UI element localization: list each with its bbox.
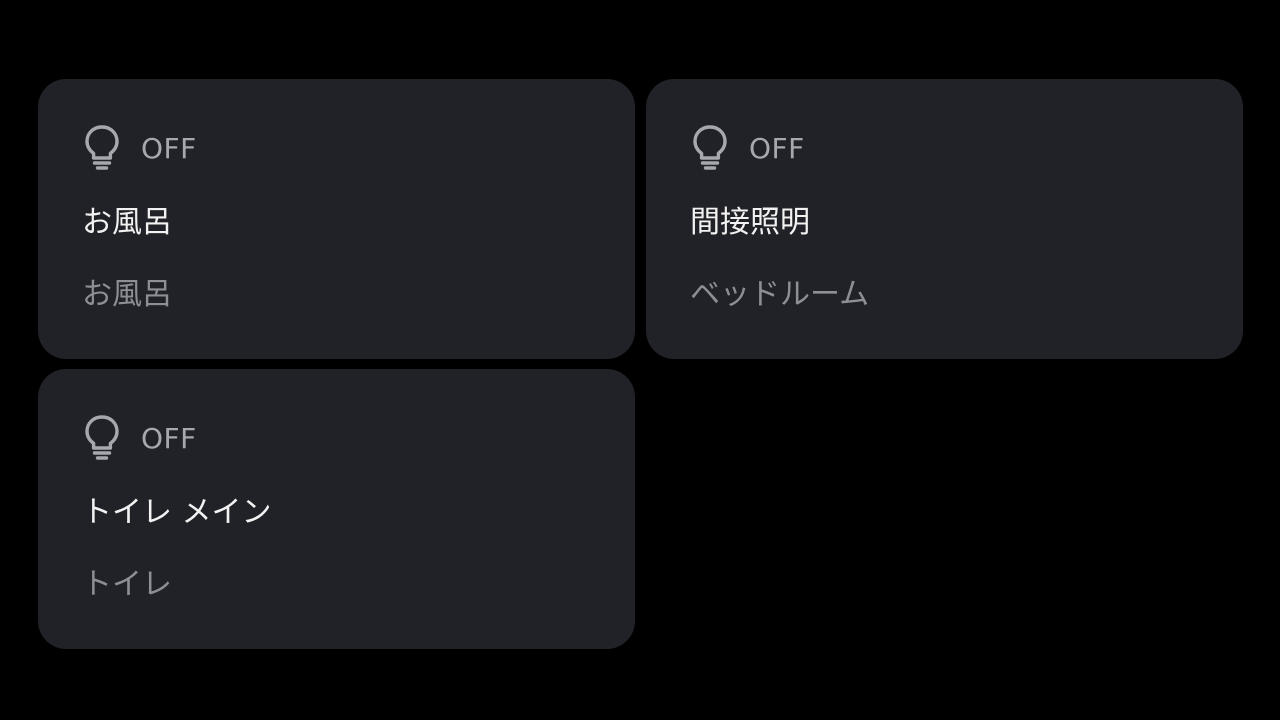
tile-device-name: トイレ メイン: [82, 495, 272, 530]
device-tile[interactable]: OFF トイレ メイン トイレ: [38, 369, 635, 649]
lightbulb-icon: [85, 415, 119, 460]
tile-state-row: OFF: [82, 123, 197, 171]
tile-state: OFF: [749, 132, 805, 165]
tile-room-name: トイレ: [82, 567, 172, 602]
tile-state: OFF: [141, 422, 197, 455]
lightbulb-icon: [85, 125, 119, 170]
tile-device-name: お風呂: [82, 205, 172, 240]
device-tile[interactable]: OFF 間接照明 ベッドルーム: [646, 79, 1243, 359]
lightbulb-icon: [693, 125, 727, 170]
tile-room-name: ベッドルーム: [690, 277, 870, 312]
device-tile[interactable]: OFF お風呂 お風呂: [38, 79, 635, 359]
device-tile-grid: OFF お風呂 お風呂 OFF 間接照明 ベッドルーム OFF トイレ メイン …: [0, 0, 1280, 720]
tile-room-name: お風呂: [82, 277, 172, 312]
tile-state-row: OFF: [82, 413, 197, 461]
tile-state-row: OFF: [690, 123, 805, 171]
tile-device-name: 間接照明: [690, 205, 810, 240]
tile-state: OFF: [141, 132, 197, 165]
